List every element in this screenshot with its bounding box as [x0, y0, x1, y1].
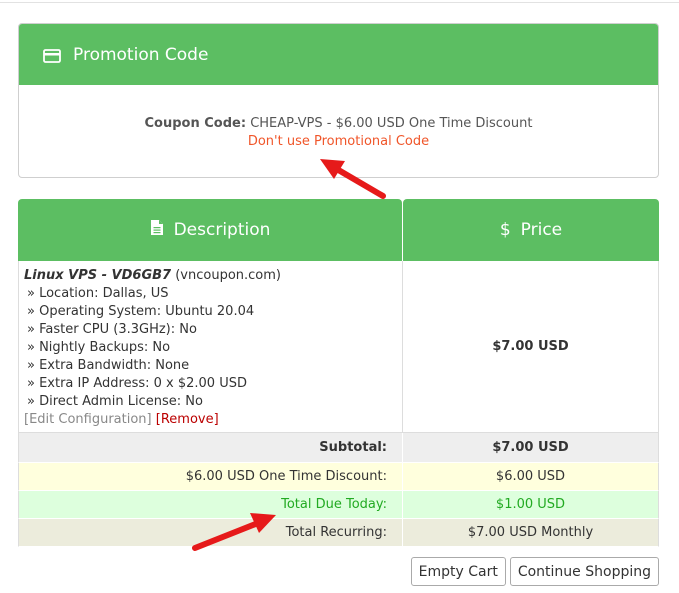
subtotal-row: Subtotal: $7.00 USD	[18, 433, 659, 463]
cart-item-price: $7.00 USD	[492, 339, 569, 354]
promotion-code-body: Coupon Code: CHEAP-VPS - $6.00 USD One T…	[19, 85, 658, 151]
discount-value: $6.00 USD	[495, 469, 566, 484]
top-divider	[0, 0, 679, 3]
promotion-code-title: Promotion Code	[73, 44, 209, 65]
total-due-row: Total Due Today: $1.00 USD	[18, 491, 659, 519]
discount-row: $6.00 USD One Time Discount: $6.00 USD	[18, 463, 659, 491]
subtotal-label: Subtotal:	[19, 433, 403, 462]
config-option: » Operating System: Ubuntu 20.04	[27, 304, 255, 319]
subtotal-value: $7.00 USD	[492, 440, 569, 455]
config-option: » Location: Dallas, US	[27, 286, 169, 301]
edit-configuration-link[interactable]: [Edit Configuration]	[24, 412, 152, 427]
dollar-icon: $	[499, 220, 511, 240]
config-option: » Extra IP Address: 0 x $2.00 USD	[27, 376, 247, 391]
credit-card-icon	[43, 48, 61, 63]
config-option: » Nightly Backups: No	[27, 340, 171, 355]
remove-item-link[interactable]: [Remove]	[156, 412, 219, 427]
config-option: » Direct Admin License: No	[27, 394, 203, 409]
cart-item-description: Linux VPS - VD6GB7 (vncoupon.com) » Loca…	[19, 261, 403, 432]
description-header: Description	[18, 199, 402, 261]
continue-shopping-button[interactable]: Continue Shopping	[509, 557, 659, 586]
total-recurring-row: Total Recurring: $7.00 USD Monthly	[18, 519, 659, 547]
cart-table: Description $ Price Linux VPS - VD6GB7 (…	[18, 199, 659, 547]
price-header: $ Price	[403, 199, 659, 261]
document-icon	[150, 219, 164, 241]
remove-promo-code-link[interactable]: Don't use Promotional Code	[248, 133, 429, 151]
description-header-label: Description	[173, 220, 271, 240]
promotion-code-header: Promotion Code	[19, 24, 658, 85]
empty-cart-button[interactable]: Empty Cart	[410, 557, 506, 586]
product-name: Linux VPS - VD6GB7	[24, 268, 172, 283]
total-recurring-value: $7.00 USD Monthly	[467, 525, 594, 540]
coupon-code-value: CHEAP-VPS - $6.00 USD One Time Discount	[250, 116, 533, 131]
annotation-arrow-icon	[320, 159, 386, 199]
cart-actions: Empty Cart Continue Shopping	[410, 557, 659, 586]
annotation-arrow-icon	[192, 513, 276, 551]
config-option: » Extra Bandwidth: None	[27, 358, 190, 373]
discount-label: $6.00 USD One Time Discount:	[19, 463, 403, 490]
price-header-label: Price	[520, 220, 563, 240]
table-header-row: Description $ Price	[18, 199, 659, 261]
product-domain: (vncoupon.com)	[175, 268, 281, 283]
total-due-value: $1.00 USD	[495, 497, 566, 512]
config-option: » Faster CPU (3.3GHz): No	[27, 322, 197, 337]
coupon-code-label: Coupon Code:	[144, 116, 247, 131]
cart-item-row: Linux VPS - VD6GB7 (vncoupon.com) » Loca…	[18, 261, 659, 433]
